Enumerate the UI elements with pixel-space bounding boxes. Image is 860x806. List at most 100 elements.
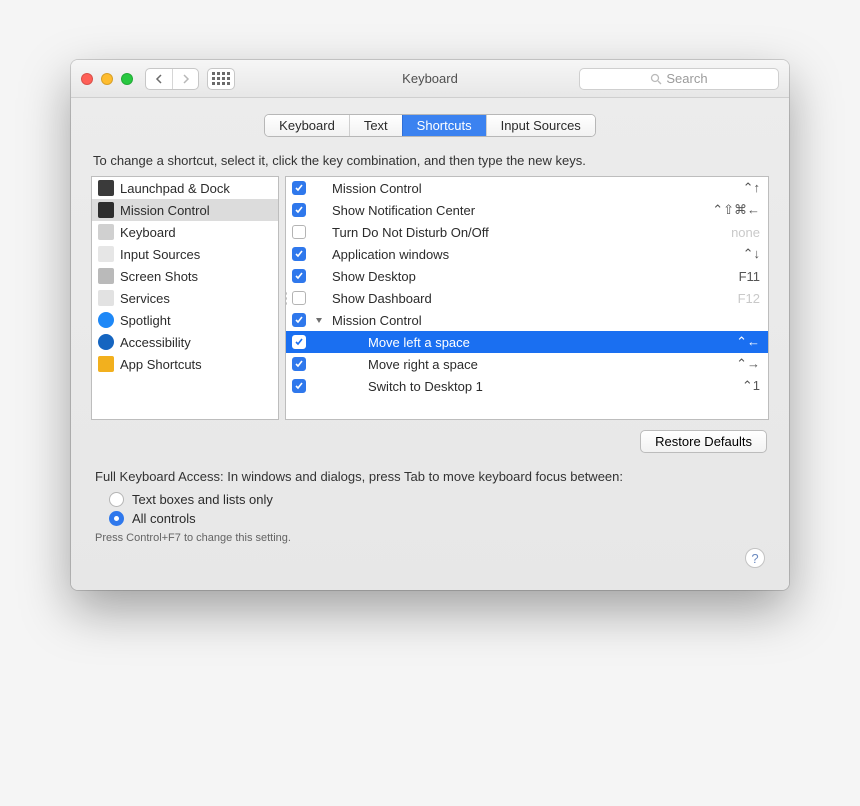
category-label: Spotlight (120, 313, 171, 328)
keyboard-icon (98, 224, 114, 240)
preferences-window: Keyboard Search Keyboard Text Shortcuts … (71, 60, 789, 590)
tab-shortcuts[interactable]: Shortcuts (402, 115, 486, 136)
spotlight-icon (98, 312, 114, 328)
shortcut-row[interactable]: Show Desktop F11 (286, 265, 768, 287)
window-controls (81, 73, 133, 85)
fka-option-text-boxes[interactable]: Text boxes and lists only (91, 488, 769, 507)
fka-hint: Press Control+F7 to change this setting. (91, 526, 769, 544)
forward-button[interactable] (172, 69, 198, 89)
shortcut-key[interactable]: none (723, 225, 760, 240)
shortcut-row[interactable]: Turn Do Not Disturb On/Off none (286, 221, 768, 243)
radio-label: All controls (132, 511, 196, 526)
category-label: App Shortcuts (120, 357, 202, 372)
disclosure-triangle-icon[interactable] (314, 316, 324, 324)
category-label: Screen Shots (120, 269, 198, 284)
full-keyboard-access-label: Full Keyboard Access: In windows and dia… (91, 453, 769, 488)
close-button[interactable] (81, 73, 93, 85)
shortcut-key[interactable]: F12 (730, 291, 760, 306)
appshortcuts-icon (98, 356, 114, 372)
category-label: Launchpad & Dock (120, 181, 230, 196)
shortcut-checkbox[interactable] (292, 313, 306, 327)
shortcut-label: Show Dashboard (332, 291, 722, 306)
shortcut-label: Mission Control (332, 313, 744, 328)
instructions-label: To change a shortcut, select it, click t… (91, 149, 769, 176)
shortcut-checkbox[interactable] (292, 247, 306, 261)
shortcut-row[interactable]: Move left a space ⌃← (286, 331, 768, 353)
radio-label: Text boxes and lists only (132, 492, 273, 507)
help-button[interactable]: ? (745, 548, 765, 568)
category-spotlight[interactable]: Spotlight (92, 309, 278, 331)
shortcut-label: Move left a space (332, 335, 720, 350)
shortcut-label: Turn Do Not Disturb On/Off (332, 225, 715, 240)
services-icon (98, 290, 114, 306)
content-area: To change a shortcut, select it, click t… (71, 149, 789, 590)
shortcut-checkbox[interactable] (292, 269, 306, 283)
back-button[interactable] (146, 69, 172, 89)
shortcut-checkbox[interactable] (292, 181, 306, 195)
category-label: Keyboard (120, 225, 176, 240)
fka-option-all-controls[interactable]: All controls (91, 507, 769, 526)
shortcut-checkbox[interactable] (292, 291, 306, 305)
shortcut-key[interactable]: ⌃→ (728, 356, 760, 372)
show-all-button[interactable] (207, 68, 235, 90)
category-launchpad[interactable]: Launchpad & Dock (92, 177, 278, 199)
shortcuts-list[interactable]: Mission Control ⌃↑ Show Notification Cente… (285, 176, 769, 420)
shortcut-label: Move right a space (332, 357, 720, 372)
shortcut-label: Mission Control (332, 181, 727, 196)
radio-text-boxes[interactable] (109, 492, 124, 507)
shortcut-label: Show Desktop (332, 269, 723, 284)
launchpad-icon (98, 180, 114, 196)
category-label: Input Sources (120, 247, 200, 262)
shortcut-row[interactable]: Move right a space ⌃→ (286, 353, 768, 375)
shortcut-key[interactable]: F11 (731, 269, 760, 284)
shortcut-checkbox[interactable] (292, 379, 306, 393)
shortcut-checkbox[interactable] (292, 335, 306, 349)
segmented-tabs: Keyboard Text Shortcuts Input Sources (264, 114, 596, 137)
search-input[interactable]: Search (579, 68, 779, 90)
nav-buttons (145, 68, 199, 90)
shortcut-row[interactable]: Mission Control ⌃↑ (286, 177, 768, 199)
tab-bar: Keyboard Text Shortcuts Input Sources (71, 98, 789, 149)
mission-icon (98, 202, 114, 218)
shortcut-row[interactable]: Mission Control (286, 309, 768, 331)
category-mission[interactable]: Mission Control (92, 199, 278, 221)
tab-keyboard[interactable]: Keyboard (265, 115, 349, 136)
shortcut-checkbox[interactable] (292, 203, 306, 217)
shortcut-checkbox[interactable] (292, 357, 306, 371)
shortcut-checkbox[interactable] (292, 225, 306, 239)
shortcut-row[interactable]: Application windows ⌃↓ (286, 243, 768, 265)
category-accessibility[interactable]: Accessibility (92, 331, 278, 353)
shortcut-key[interactable]: ⌃⇧⌘← (704, 202, 760, 218)
category-input[interactable]: Input Sources (92, 243, 278, 265)
tab-text[interactable]: Text (349, 115, 402, 136)
shortcut-row[interactable]: Show Dashboard F12 (286, 287, 768, 309)
category-label: Services (120, 291, 170, 306)
shortcut-label: Application windows (332, 247, 727, 262)
grid-icon (212, 72, 230, 85)
panes: Launchpad & Dock Mission Control Keyboard I… (91, 176, 769, 420)
category-services[interactable]: Services (92, 287, 278, 309)
shortcut-key[interactable]: ⌃↑ (735, 180, 760, 196)
titlebar: Keyboard Search (71, 60, 789, 98)
input-icon (98, 246, 114, 262)
shortcut-key[interactable]: ⌃← (728, 334, 760, 350)
category-list[interactable]: Launchpad & Dock Mission Control Keyboard I… (91, 176, 279, 420)
minimize-button[interactable] (101, 73, 113, 85)
radio-all-controls[interactable] (109, 511, 124, 526)
shortcut-row[interactable]: Switch to Desktop 1 ⌃1 (286, 375, 768, 397)
shortcut-key[interactable]: ⌃1 (734, 378, 760, 394)
category-keyboard[interactable]: Keyboard (92, 221, 278, 243)
accessibility-icon (98, 334, 114, 350)
restore-defaults-button[interactable]: Restore Defaults (640, 430, 767, 453)
zoom-button[interactable] (121, 73, 133, 85)
shortcut-label: Switch to Desktop 1 (332, 379, 726, 394)
category-label: Mission Control (120, 203, 210, 218)
category-screenshots[interactable]: Screen Shots (92, 265, 278, 287)
tab-input-sources[interactable]: Input Sources (486, 115, 595, 136)
shortcut-key[interactable]: ⌃↓ (735, 246, 760, 262)
shortcut-label: Show Notification Center (332, 203, 696, 218)
pane-resize-grip[interactable] (285, 288, 289, 308)
screenshots-icon (98, 268, 114, 284)
shortcut-row[interactable]: Show Notification Center ⌃⇧⌘← (286, 199, 768, 221)
category-appshortcuts[interactable]: App Shortcuts (92, 353, 278, 375)
